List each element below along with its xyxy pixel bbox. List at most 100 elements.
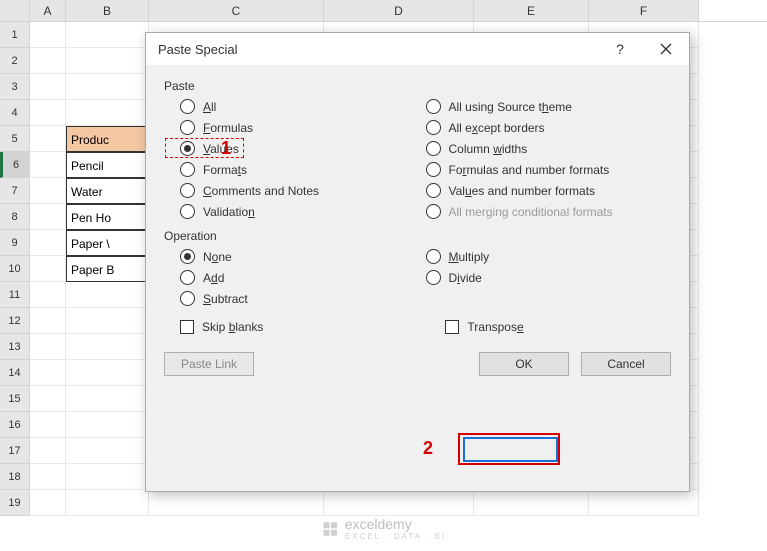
row-header[interactable]: 2 xyxy=(0,48,30,74)
cell[interactable]: Produc xyxy=(66,126,149,152)
cell[interactable] xyxy=(30,464,66,490)
row-header[interactable]: 16 xyxy=(0,412,30,438)
cell[interactable]: Pen Ho xyxy=(66,204,149,230)
cell[interactable] xyxy=(30,360,66,386)
radio-values[interactable]: Values xyxy=(180,141,426,156)
row-header[interactable]: 13 xyxy=(0,334,30,360)
radio-column-widths[interactable]: Column widths xyxy=(426,141,672,156)
cell[interactable] xyxy=(30,256,66,282)
row-header[interactable]: 18 xyxy=(0,464,30,490)
close-button[interactable] xyxy=(643,33,689,65)
cell[interactable] xyxy=(66,360,149,386)
radio-label: Divide xyxy=(449,271,482,285)
transpose-checkbox[interactable]: Transpose xyxy=(445,320,523,334)
annotation-2: 2 xyxy=(423,438,433,459)
cell[interactable] xyxy=(66,74,149,100)
radio-formulas-number-formats[interactable]: Formulas and number formats xyxy=(426,162,672,177)
skip-blanks-checkbox[interactable]: Skip blanks xyxy=(180,320,263,334)
cell[interactable] xyxy=(66,22,149,48)
row-header[interactable]: 5 xyxy=(0,126,30,152)
row-header[interactable]: 6 xyxy=(0,152,30,178)
radio-none[interactable]: None xyxy=(180,249,426,264)
radio-add[interactable]: Add xyxy=(180,270,426,285)
row-header[interactable]: 10 xyxy=(0,256,30,282)
cell[interactable] xyxy=(66,282,149,308)
cell[interactable] xyxy=(30,282,66,308)
row-header[interactable]: 19 xyxy=(0,490,30,516)
cell[interactable] xyxy=(66,386,149,412)
radio-values-number-formats[interactable]: Values and number formats xyxy=(426,183,672,198)
radio-formats[interactable]: Formats xyxy=(180,162,426,177)
cell[interactable] xyxy=(30,48,66,74)
row-header[interactable]: 1 xyxy=(0,22,30,48)
cell[interactable] xyxy=(30,230,66,256)
cell[interactable]: Paper \ xyxy=(66,230,149,256)
cancel-button[interactable]: Cancel xyxy=(581,352,671,376)
cell[interactable] xyxy=(30,204,66,230)
radio-label: Formulas and number formats xyxy=(449,163,610,177)
cell[interactable] xyxy=(30,100,66,126)
cell[interactable] xyxy=(30,126,66,152)
radio-all-source-theme[interactable]: All using Source theme xyxy=(426,99,672,114)
radio-label: Comments and Notes xyxy=(203,184,319,198)
row-header[interactable]: 7 xyxy=(0,178,30,204)
cell[interactable] xyxy=(66,334,149,360)
row-header[interactable]: 14 xyxy=(0,360,30,386)
cell[interactable] xyxy=(30,490,66,516)
cell[interactable] xyxy=(30,74,66,100)
col-header-c[interactable]: C xyxy=(149,0,324,21)
radio-validation[interactable]: Validation xyxy=(180,204,426,219)
radio-label: Multiply xyxy=(449,250,490,264)
cell[interactable] xyxy=(66,438,149,464)
cell[interactable] xyxy=(30,386,66,412)
col-header-b[interactable]: B xyxy=(66,0,149,21)
cell[interactable] xyxy=(66,464,149,490)
cell[interactable] xyxy=(30,438,66,464)
cell[interactable] xyxy=(66,308,149,334)
select-all-corner[interactable] xyxy=(0,0,30,21)
radio-icon xyxy=(426,141,441,156)
cell[interactable] xyxy=(149,490,324,516)
row-header[interactable]: 11 xyxy=(0,282,30,308)
row-header[interactable]: 4 xyxy=(0,100,30,126)
radio-formulas[interactable]: Formulas xyxy=(180,120,426,135)
radio-comments[interactable]: Comments and Notes xyxy=(180,183,426,198)
cell[interactable] xyxy=(30,308,66,334)
row-header[interactable]: 15 xyxy=(0,386,30,412)
radio-all-except-borders[interactable]: All except borders xyxy=(426,120,672,135)
row-header[interactable]: 12 xyxy=(0,308,30,334)
cell[interactable] xyxy=(66,48,149,74)
radio-all[interactable]: All xyxy=(180,99,426,114)
col-header-a[interactable]: A xyxy=(30,0,66,21)
cell[interactable] xyxy=(589,490,699,516)
cell[interactable] xyxy=(30,178,66,204)
col-header-d[interactable]: D xyxy=(324,0,474,21)
cell[interactable] xyxy=(30,152,66,178)
col-header-f[interactable]: F xyxy=(589,0,699,21)
ok-button[interactable]: OK xyxy=(479,352,569,376)
cell[interactable] xyxy=(30,334,66,360)
cell[interactable] xyxy=(66,490,149,516)
help-button[interactable]: ? xyxy=(597,33,643,65)
cell[interactable] xyxy=(30,22,66,48)
row-header[interactable]: 3 xyxy=(0,74,30,100)
cell[interactable] xyxy=(66,412,149,438)
radio-multiply[interactable]: Multiply xyxy=(426,249,672,264)
cell[interactable] xyxy=(66,100,149,126)
cell[interactable] xyxy=(474,490,589,516)
col-header-e[interactable]: E xyxy=(474,0,589,21)
radio-icon xyxy=(426,99,441,114)
row-header[interactable]: 8 xyxy=(0,204,30,230)
cell[interactable] xyxy=(30,412,66,438)
radio-label: Formats xyxy=(203,163,247,177)
radio-icon xyxy=(426,204,441,219)
radio-divide[interactable]: Divide xyxy=(426,270,672,285)
cell[interactable] xyxy=(324,490,474,516)
radio-subtract[interactable]: Subtract xyxy=(180,291,426,306)
cell[interactable]: Water xyxy=(66,178,149,204)
paste-link-button[interactable]: Paste Link xyxy=(164,352,254,376)
cell[interactable]: Pencil xyxy=(66,152,149,178)
cell[interactable]: Paper B xyxy=(66,256,149,282)
row-header[interactable]: 9 xyxy=(0,230,30,256)
row-header[interactable]: 17 xyxy=(0,438,30,464)
